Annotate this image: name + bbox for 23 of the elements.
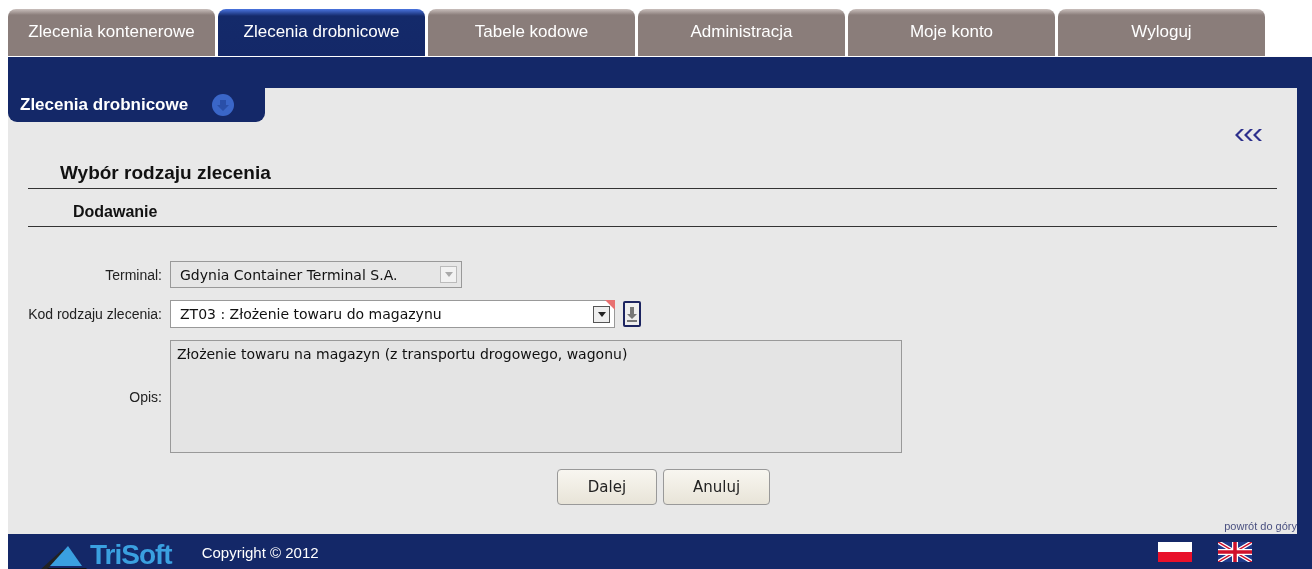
field-label: Terminal: bbox=[105, 266, 162, 283]
nav-tab[interactable]: Zlecenia kontenerowe bbox=[8, 9, 215, 56]
form-button[interactable]: Dalej bbox=[556, 469, 658, 505]
nav-tab[interactable]: Administracja bbox=[638, 9, 845, 56]
form-button[interactable]: Anuluj bbox=[663, 469, 771, 505]
dropdown-field[interactable]: ZT03 : Złożenie towaru do magazynu bbox=[170, 300, 615, 328]
logo-text: TriSoft bbox=[90, 540, 172, 569]
polish-flag-icon[interactable] bbox=[1158, 542, 1192, 562]
nav-tab[interactable]: Tabele kodowe bbox=[428, 9, 635, 56]
collapse-chevron-icon[interactable] bbox=[1234, 128, 1262, 142]
copyright-text: Copyright © 2012 bbox=[201, 543, 319, 561]
download-icon[interactable] bbox=[623, 301, 641, 327]
back-to-top-link[interactable]: powrót do góry bbox=[1224, 520, 1297, 532]
section-title: Wybór rodzaju zlecenia bbox=[60, 162, 271, 183]
nav-tab[interactable]: Zlecenia drobnicowe bbox=[218, 9, 425, 56]
field-label: Opis: bbox=[129, 388, 162, 405]
nav-tab[interactable]: Wyloguj bbox=[1058, 9, 1265, 56]
nav-tab[interactable]: Moje konto bbox=[848, 9, 1055, 56]
collapse-icon[interactable] bbox=[212, 94, 235, 116]
subsection-title: Dodawanie bbox=[73, 203, 158, 220]
british-flag-icon[interactable] bbox=[1218, 542, 1252, 562]
panel-title: Zlecenia drobnicowe bbox=[20, 95, 189, 115]
field-label: Kod rodzaju zlecenia: bbox=[28, 306, 162, 322]
